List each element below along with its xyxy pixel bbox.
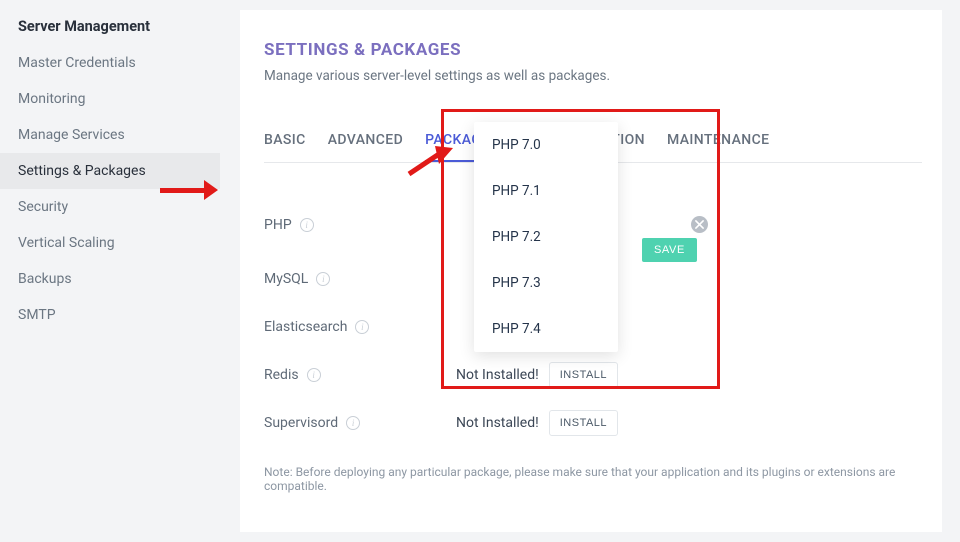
dropdown-option-php73[interactable]: PHP 7.3 xyxy=(474,260,618,306)
sidebar-title: Server Management xyxy=(0,18,220,45)
footer-note: Note: Before deploying any particular pa… xyxy=(264,465,922,493)
supervisord-status: Not Installed! xyxy=(456,415,539,431)
redis-label: Redis xyxy=(264,367,299,383)
install-button-redis[interactable]: INSTALL xyxy=(549,362,618,388)
elasticsearch-label: Elasticsearch xyxy=(264,319,347,335)
mysql-label: MySQL xyxy=(264,271,308,287)
dropdown-option-php72[interactable]: PHP 7.2 xyxy=(474,214,618,260)
tab-maintenance[interactable]: MAINTENANCE xyxy=(667,132,770,162)
dropdown-option-php74[interactable]: PHP 7.4 xyxy=(474,306,618,352)
sidebar-item-settings-packages[interactable]: Settings & Packages xyxy=(0,153,220,189)
dropdown-option-php70[interactable]: PHP 7.0 xyxy=(474,122,618,168)
info-icon[interactable]: i xyxy=(316,272,330,286)
redis-status: Not Installed! xyxy=(456,367,539,383)
info-icon[interactable]: i xyxy=(355,320,369,334)
info-icon[interactable]: i xyxy=(300,218,314,232)
tab-basic[interactable]: BASIC xyxy=(264,132,306,162)
php-version-dropdown: PHP 7.0 PHP 7.1 PHP 7.2 PHP 7.3 PHP 7.4 xyxy=(474,122,618,352)
sidebar-item-master-credentials[interactable]: Master Credentials xyxy=(0,45,220,81)
info-icon[interactable]: i xyxy=(307,368,321,382)
page-subtitle: Manage various server-level settings as … xyxy=(264,68,922,84)
php-label: PHP xyxy=(264,217,292,233)
supervisord-label: Supervisord xyxy=(264,415,338,431)
sidebar-item-manage-services[interactable]: Manage Services xyxy=(0,117,220,153)
sidebar-item-backups[interactable]: Backups xyxy=(0,261,220,297)
sidebar-item-security[interactable]: Security xyxy=(0,189,220,225)
sidebar: Server Management Master Credentials Mon… xyxy=(0,0,220,542)
page-title: SETTINGS & PACKAGES xyxy=(264,40,922,60)
clear-icon[interactable] xyxy=(691,216,708,233)
install-button-supervisord[interactable]: INSTALL xyxy=(549,410,618,436)
package-row-supervisord: Supervisord i Not Installed! INSTALL xyxy=(264,399,922,447)
sidebar-item-monitoring[interactable]: Monitoring xyxy=(0,81,220,117)
sidebar-list: Master Credentials Monitoring Manage Ser… xyxy=(0,45,220,333)
tab-advanced[interactable]: ADVANCED xyxy=(328,132,403,162)
package-row-redis: Redis i Not Installed! INSTALL xyxy=(264,351,922,399)
dropdown-option-php71[interactable]: PHP 7.1 xyxy=(474,168,618,214)
sidebar-item-smtp[interactable]: SMTP xyxy=(0,297,220,333)
info-icon[interactable]: i xyxy=(346,416,360,430)
sidebar-item-vertical-scaling[interactable]: Vertical Scaling xyxy=(0,225,220,261)
save-button[interactable]: SAVE xyxy=(642,238,697,262)
